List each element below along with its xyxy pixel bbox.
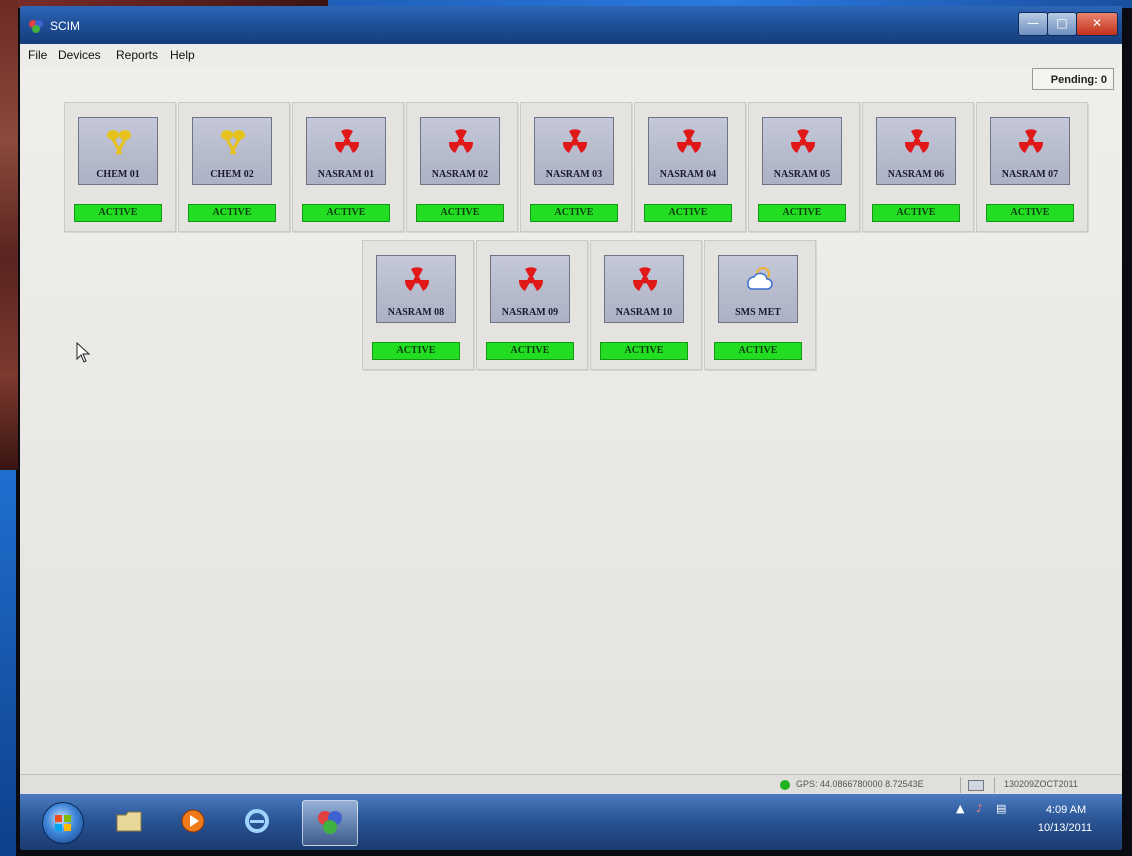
device-label: NASRAM 01 — [317, 169, 375, 180]
taskbar-scim-button[interactable] — [302, 800, 358, 846]
media-player-icon — [181, 809, 205, 833]
device-label: NASRAM 04 — [659, 169, 717, 180]
menu-bar: File Devices Reports Help — [20, 44, 1122, 69]
device-button[interactable]: NASRAM 01 — [306, 117, 386, 185]
device-tile: NASRAM 07 ACTIVE — [976, 102, 1088, 232]
photo-background-left — [0, 0, 18, 470]
device-status-badge: ACTIVE — [600, 342, 688, 360]
device-button[interactable]: NASRAM 03 — [534, 117, 614, 185]
scim-app-icon — [318, 811, 342, 834]
device-status-badge: ACTIVE — [758, 204, 846, 222]
menu-help[interactable]: Help — [170, 48, 195, 62]
device-label: NASRAM 03 — [545, 169, 603, 180]
taskbar-browser-button[interactable] — [230, 800, 284, 844]
menu-devices[interactable]: Devices — [58, 48, 101, 62]
status-bar: GPS: 44.0866780000 8.72543E 130209ZOCT20… — [20, 774, 1122, 795]
device-status-badge: ACTIVE — [302, 204, 390, 222]
gps-readout: GPS: 44.0866780000 8.72543E — [796, 779, 924, 789]
start-button[interactable] — [42, 802, 84, 844]
device-tile: CHEM 01 ACTIVE — [64, 102, 176, 232]
device-label: NASRAM 07 — [1001, 169, 1059, 180]
device-button[interactable]: NASRAM 10 — [604, 255, 684, 323]
device-status-badge: ACTIVE — [986, 204, 1074, 222]
maximize-button[interactable]: □ — [1047, 12, 1077, 36]
device-tile: NASRAM 05 ACTIVE — [748, 102, 860, 232]
mouse-pointer-icon — [76, 342, 91, 363]
close-button[interactable]: ✕ — [1076, 12, 1118, 36]
device-status-badge: ACTIVE — [188, 204, 276, 222]
window-titlebar[interactable]: SCIM — □ ✕ — [20, 6, 1122, 44]
clock-time[interactable]: 4:09 AM — [1036, 804, 1096, 816]
status-separator — [960, 777, 961, 793]
device-button[interactable]: NASRAM 07 — [990, 117, 1070, 185]
device-button[interactable]: NASRAM 06 — [876, 117, 956, 185]
device-button[interactable]: NASRAM 05 — [762, 117, 842, 185]
minimize-button[interactable]: — — [1018, 12, 1048, 36]
device-label: CHEM 02 — [210, 169, 254, 180]
device-tile: CHEM 02 ACTIVE — [178, 102, 290, 232]
date-time-group: 130209ZOCT2011 — [1004, 779, 1078, 789]
device-label: NASRAM 10 — [615, 307, 673, 318]
device-button[interactable]: CHEM 01 — [78, 117, 158, 185]
screen: SCIM — □ ✕ File Devices Reports Help CHE… — [20, 6, 1122, 850]
device-workspace: CHEM 01 ACTIVE CHEM 02 ACTIVE NASRAM 01 ACTIV… — [20, 68, 1122, 788]
device-label: NASRAM 09 — [501, 307, 559, 318]
window-title: SCIM — [50, 19, 80, 33]
taskbar: ▲ ♪ ▤ 4:09 AM 10/13/2011 — [20, 794, 1122, 850]
device-status-badge: ACTIVE — [872, 204, 960, 222]
menu-file[interactable]: File — [28, 48, 47, 62]
device-status-badge: ACTIVE — [714, 342, 802, 360]
device-tile: NASRAM 08 ACTIVE — [362, 240, 474, 370]
status-separator — [994, 777, 995, 793]
device-label: NASRAM 08 — [387, 307, 445, 318]
device-button[interactable]: SMS MET — [718, 255, 798, 323]
device-tile: NASRAM 03 ACTIVE — [520, 102, 632, 232]
app-icon — [29, 20, 43, 33]
network-icon — [968, 780, 984, 791]
device-button[interactable]: CHEM 02 — [192, 117, 272, 185]
network-tray-icon[interactable]: ▤ — [996, 802, 1006, 815]
device-tile: NASRAM 01 ACTIVE — [292, 102, 404, 232]
internet-explorer-icon — [245, 809, 269, 833]
device-status-badge: ACTIVE — [486, 342, 574, 360]
folder-icon — [116, 811, 142, 832]
device-button[interactable]: NASRAM 09 — [490, 255, 570, 323]
device-status-badge: ACTIVE — [372, 342, 460, 360]
device-tile: NASRAM 02 ACTIVE — [406, 102, 518, 232]
photo-background-blue — [0, 470, 16, 856]
pending-counter: Pending: 0 — [1032, 68, 1114, 90]
device-tile: NASRAM 06 ACTIVE — [862, 102, 974, 232]
taskbar-media-player-button[interactable] — [166, 800, 220, 844]
gps-status-icon — [780, 780, 790, 790]
device-status-badge: ACTIVE — [530, 204, 618, 222]
device-tile: NASRAM 04 ACTIVE — [634, 102, 746, 232]
device-label: SMS MET — [735, 307, 781, 318]
device-label: CHEM 01 — [96, 169, 140, 180]
device-label: NASRAM 06 — [887, 169, 945, 180]
device-status-badge: ACTIVE — [416, 204, 504, 222]
device-status-badge: ACTIVE — [644, 204, 732, 222]
device-button[interactable]: NASRAM 02 — [420, 117, 500, 185]
device-tile: NASRAM 10 ACTIVE — [590, 240, 702, 370]
device-status-badge: ACTIVE — [74, 204, 162, 222]
device-tile: NASRAM 09 ACTIVE — [476, 240, 588, 370]
volume-icon[interactable]: ♪ — [976, 802, 983, 815]
device-tile: SMS MET ACTIVE — [704, 240, 816, 370]
windows-logo-icon — [55, 815, 71, 831]
menu-reports[interactable]: Reports — [116, 48, 158, 62]
taskbar-explorer-button[interactable] — [102, 800, 156, 844]
show-hidden-icons-icon[interactable]: ▲ — [956, 802, 964, 815]
device-button[interactable]: NASRAM 08 — [376, 255, 456, 323]
device-label: NASRAM 05 — [773, 169, 831, 180]
clock-date[interactable]: 10/13/2011 — [1030, 822, 1100, 834]
device-button[interactable]: NASRAM 04 — [648, 117, 728, 185]
device-label: NASRAM 02 — [431, 169, 489, 180]
